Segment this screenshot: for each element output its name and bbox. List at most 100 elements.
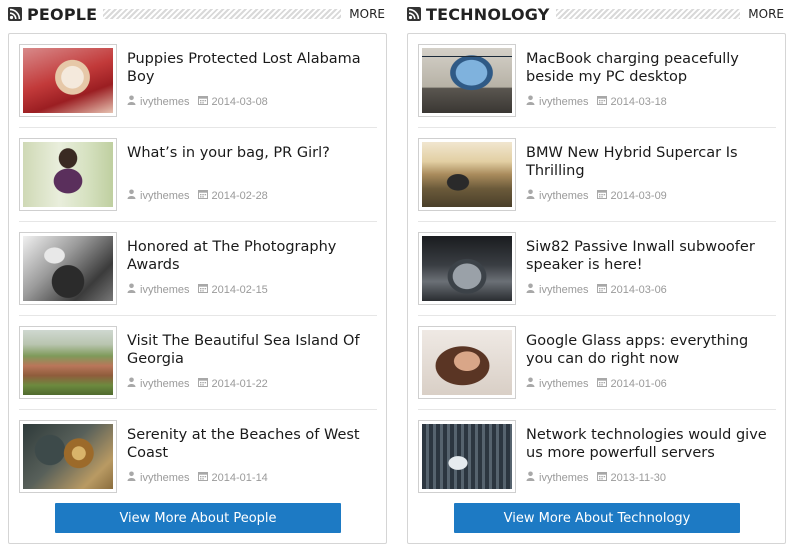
post-meta: ivythemes 2014-03-06 bbox=[526, 283, 667, 296]
post-date: 2014-03-06 bbox=[610, 283, 667, 296]
puppy-photo-icon bbox=[23, 48, 113, 113]
user-icon bbox=[127, 377, 136, 390]
post-author[interactable]: ivythemes bbox=[140, 378, 190, 390]
post-meta: ivythemes 2014-03-18 bbox=[526, 95, 667, 108]
people-title: PEOPLE bbox=[27, 4, 98, 24]
post-title[interactable]: Network technologies would give us more … bbox=[526, 426, 776, 462]
calendar-icon bbox=[197, 377, 208, 390]
post-date: 2014-02-15 bbox=[211, 283, 268, 296]
post-meta: ivythemes 2014-03-09 bbox=[526, 189, 667, 202]
view-more-people-button[interactable]: View More About People bbox=[55, 503, 341, 533]
post-thumbnail[interactable] bbox=[19, 326, 117, 399]
post-date: 2014-02-28 bbox=[211, 189, 268, 202]
calendar-icon bbox=[596, 471, 607, 484]
post-title[interactable]: Siw82 Passive Inwall subwoofer speaker i… bbox=[526, 238, 776, 274]
post-title[interactable]: Honored at The Photography Awards bbox=[127, 238, 377, 274]
rss-icon[interactable] bbox=[407, 7, 421, 21]
post-thumbnail[interactable] bbox=[418, 420, 516, 493]
post-item: What’s in your bag, PR Girl? ivythemes 2… bbox=[19, 128, 377, 222]
post-author[interactable]: ivythemes bbox=[140, 96, 190, 108]
post-author[interactable]: ivythemes bbox=[539, 378, 589, 390]
calendar-icon bbox=[596, 283, 607, 296]
post-title[interactable]: Serenity at the Beaches of West Coast bbox=[127, 426, 377, 462]
gas-mask-photo-icon bbox=[23, 424, 113, 489]
technology-post-list: MacBook charging peacefully beside my PC… bbox=[407, 33, 786, 544]
post-meta: ivythemes 2014-01-06 bbox=[526, 377, 667, 390]
calendar-icon bbox=[596, 95, 607, 108]
calendar-icon bbox=[596, 377, 607, 390]
woman-fashion-photo-icon bbox=[23, 142, 113, 207]
post-title[interactable]: What’s in your bag, PR Girl? bbox=[127, 144, 377, 162]
post-item: Visit The Beautiful Sea Island Of Georgi… bbox=[19, 316, 377, 410]
post-item: Puppies Protected Lost Alabama Boy ivyth… bbox=[19, 34, 377, 128]
post-date: 2014-03-09 bbox=[610, 189, 667, 202]
calendar-icon bbox=[596, 189, 607, 202]
post-thumbnail[interactable] bbox=[19, 420, 117, 493]
post-item: Google Glass apps: everything you can do… bbox=[418, 316, 776, 410]
people-post-list: Puppies Protected Lost Alabama Boy ivyth… bbox=[8, 33, 387, 544]
post-item: Network technologies would give us more … bbox=[418, 410, 776, 504]
post-date: 2014-01-22 bbox=[211, 377, 268, 390]
post-date: 2014-03-08 bbox=[211, 95, 268, 108]
guitarist-bw-photo-icon bbox=[23, 236, 113, 301]
technology-more-link[interactable]: MORE bbox=[748, 7, 784, 21]
post-author[interactable]: ivythemes bbox=[140, 472, 190, 484]
post-meta: ivythemes 2014-01-22 bbox=[127, 377, 268, 390]
post-thumbnail[interactable] bbox=[418, 232, 516, 305]
post-thumbnail[interactable] bbox=[19, 232, 117, 305]
user-icon bbox=[526, 95, 535, 108]
sports-car-photo-icon bbox=[422, 236, 512, 301]
post-meta: ivythemes 2014-02-28 bbox=[127, 189, 268, 202]
post-date: 2013-11-30 bbox=[610, 471, 666, 484]
post-author[interactable]: ivythemes bbox=[539, 190, 589, 202]
calendar-icon bbox=[197, 95, 208, 108]
post-date: 2014-01-06 bbox=[610, 377, 667, 390]
user-icon bbox=[127, 283, 136, 296]
calendar-icon bbox=[197, 189, 208, 202]
google-glass-photo-icon bbox=[422, 330, 512, 395]
post-title[interactable]: Puppies Protected Lost Alabama Boy bbox=[127, 50, 377, 86]
post-meta: ivythemes 2013-11-30 bbox=[526, 471, 666, 484]
user-icon bbox=[127, 471, 136, 484]
technology-column: TECHNOLOGY MORE MacBook charging peacefu… bbox=[407, 0, 786, 544]
desktop-computer-photo-icon bbox=[422, 48, 512, 113]
suv-car-photo-icon bbox=[422, 142, 512, 207]
people-more-link[interactable]: MORE bbox=[349, 7, 385, 21]
rss-icon[interactable] bbox=[8, 7, 22, 21]
post-item: BMW New Hybrid Supercar Is Thrilling ivy… bbox=[418, 128, 776, 222]
post-item: Serenity at the Beaches of West Coast iv… bbox=[19, 410, 377, 504]
user-icon bbox=[526, 283, 535, 296]
post-thumbnail[interactable] bbox=[19, 138, 117, 211]
post-author[interactable]: ivythemes bbox=[539, 472, 589, 484]
header-divider bbox=[555, 9, 741, 19]
technology-title: TECHNOLOGY bbox=[426, 4, 550, 24]
post-author[interactable]: ivythemes bbox=[539, 284, 589, 296]
user-icon bbox=[526, 471, 535, 484]
technology-header: TECHNOLOGY MORE bbox=[407, 0, 786, 28]
user-icon bbox=[526, 377, 535, 390]
post-title[interactable]: Visit The Beautiful Sea Island Of Georgi… bbox=[127, 332, 377, 368]
village-landscape-photo-icon bbox=[23, 330, 113, 395]
post-item: Honored at The Photography Awards ivythe… bbox=[19, 222, 377, 316]
post-thumbnail[interactable] bbox=[19, 44, 117, 117]
post-author[interactable]: ivythemes bbox=[140, 190, 190, 202]
post-title[interactable]: BMW New Hybrid Supercar Is Thrilling bbox=[526, 144, 776, 180]
server-room-photo-icon bbox=[422, 424, 512, 489]
people-column: PEOPLE MORE Puppies Protected Lost Alaba… bbox=[8, 0, 387, 544]
user-icon bbox=[127, 189, 136, 202]
calendar-icon bbox=[197, 471, 208, 484]
post-author[interactable]: ivythemes bbox=[140, 284, 190, 296]
post-title[interactable]: MacBook charging peacefully beside my PC… bbox=[526, 50, 776, 86]
post-title[interactable]: Google Glass apps: everything you can do… bbox=[526, 332, 776, 368]
post-thumbnail[interactable] bbox=[418, 44, 516, 117]
post-thumbnail[interactable] bbox=[418, 326, 516, 399]
post-thumbnail[interactable] bbox=[418, 138, 516, 211]
calendar-icon bbox=[197, 283, 208, 296]
post-author[interactable]: ivythemes bbox=[539, 96, 589, 108]
people-header: PEOPLE MORE bbox=[8, 0, 387, 28]
view-more-technology-button[interactable]: View More About Technology bbox=[454, 503, 740, 533]
post-item: Siw82 Passive Inwall subwoofer speaker i… bbox=[418, 222, 776, 316]
post-meta: ivythemes 2014-03-08 bbox=[127, 95, 268, 108]
header-divider bbox=[103, 9, 342, 19]
user-icon bbox=[127, 95, 136, 108]
